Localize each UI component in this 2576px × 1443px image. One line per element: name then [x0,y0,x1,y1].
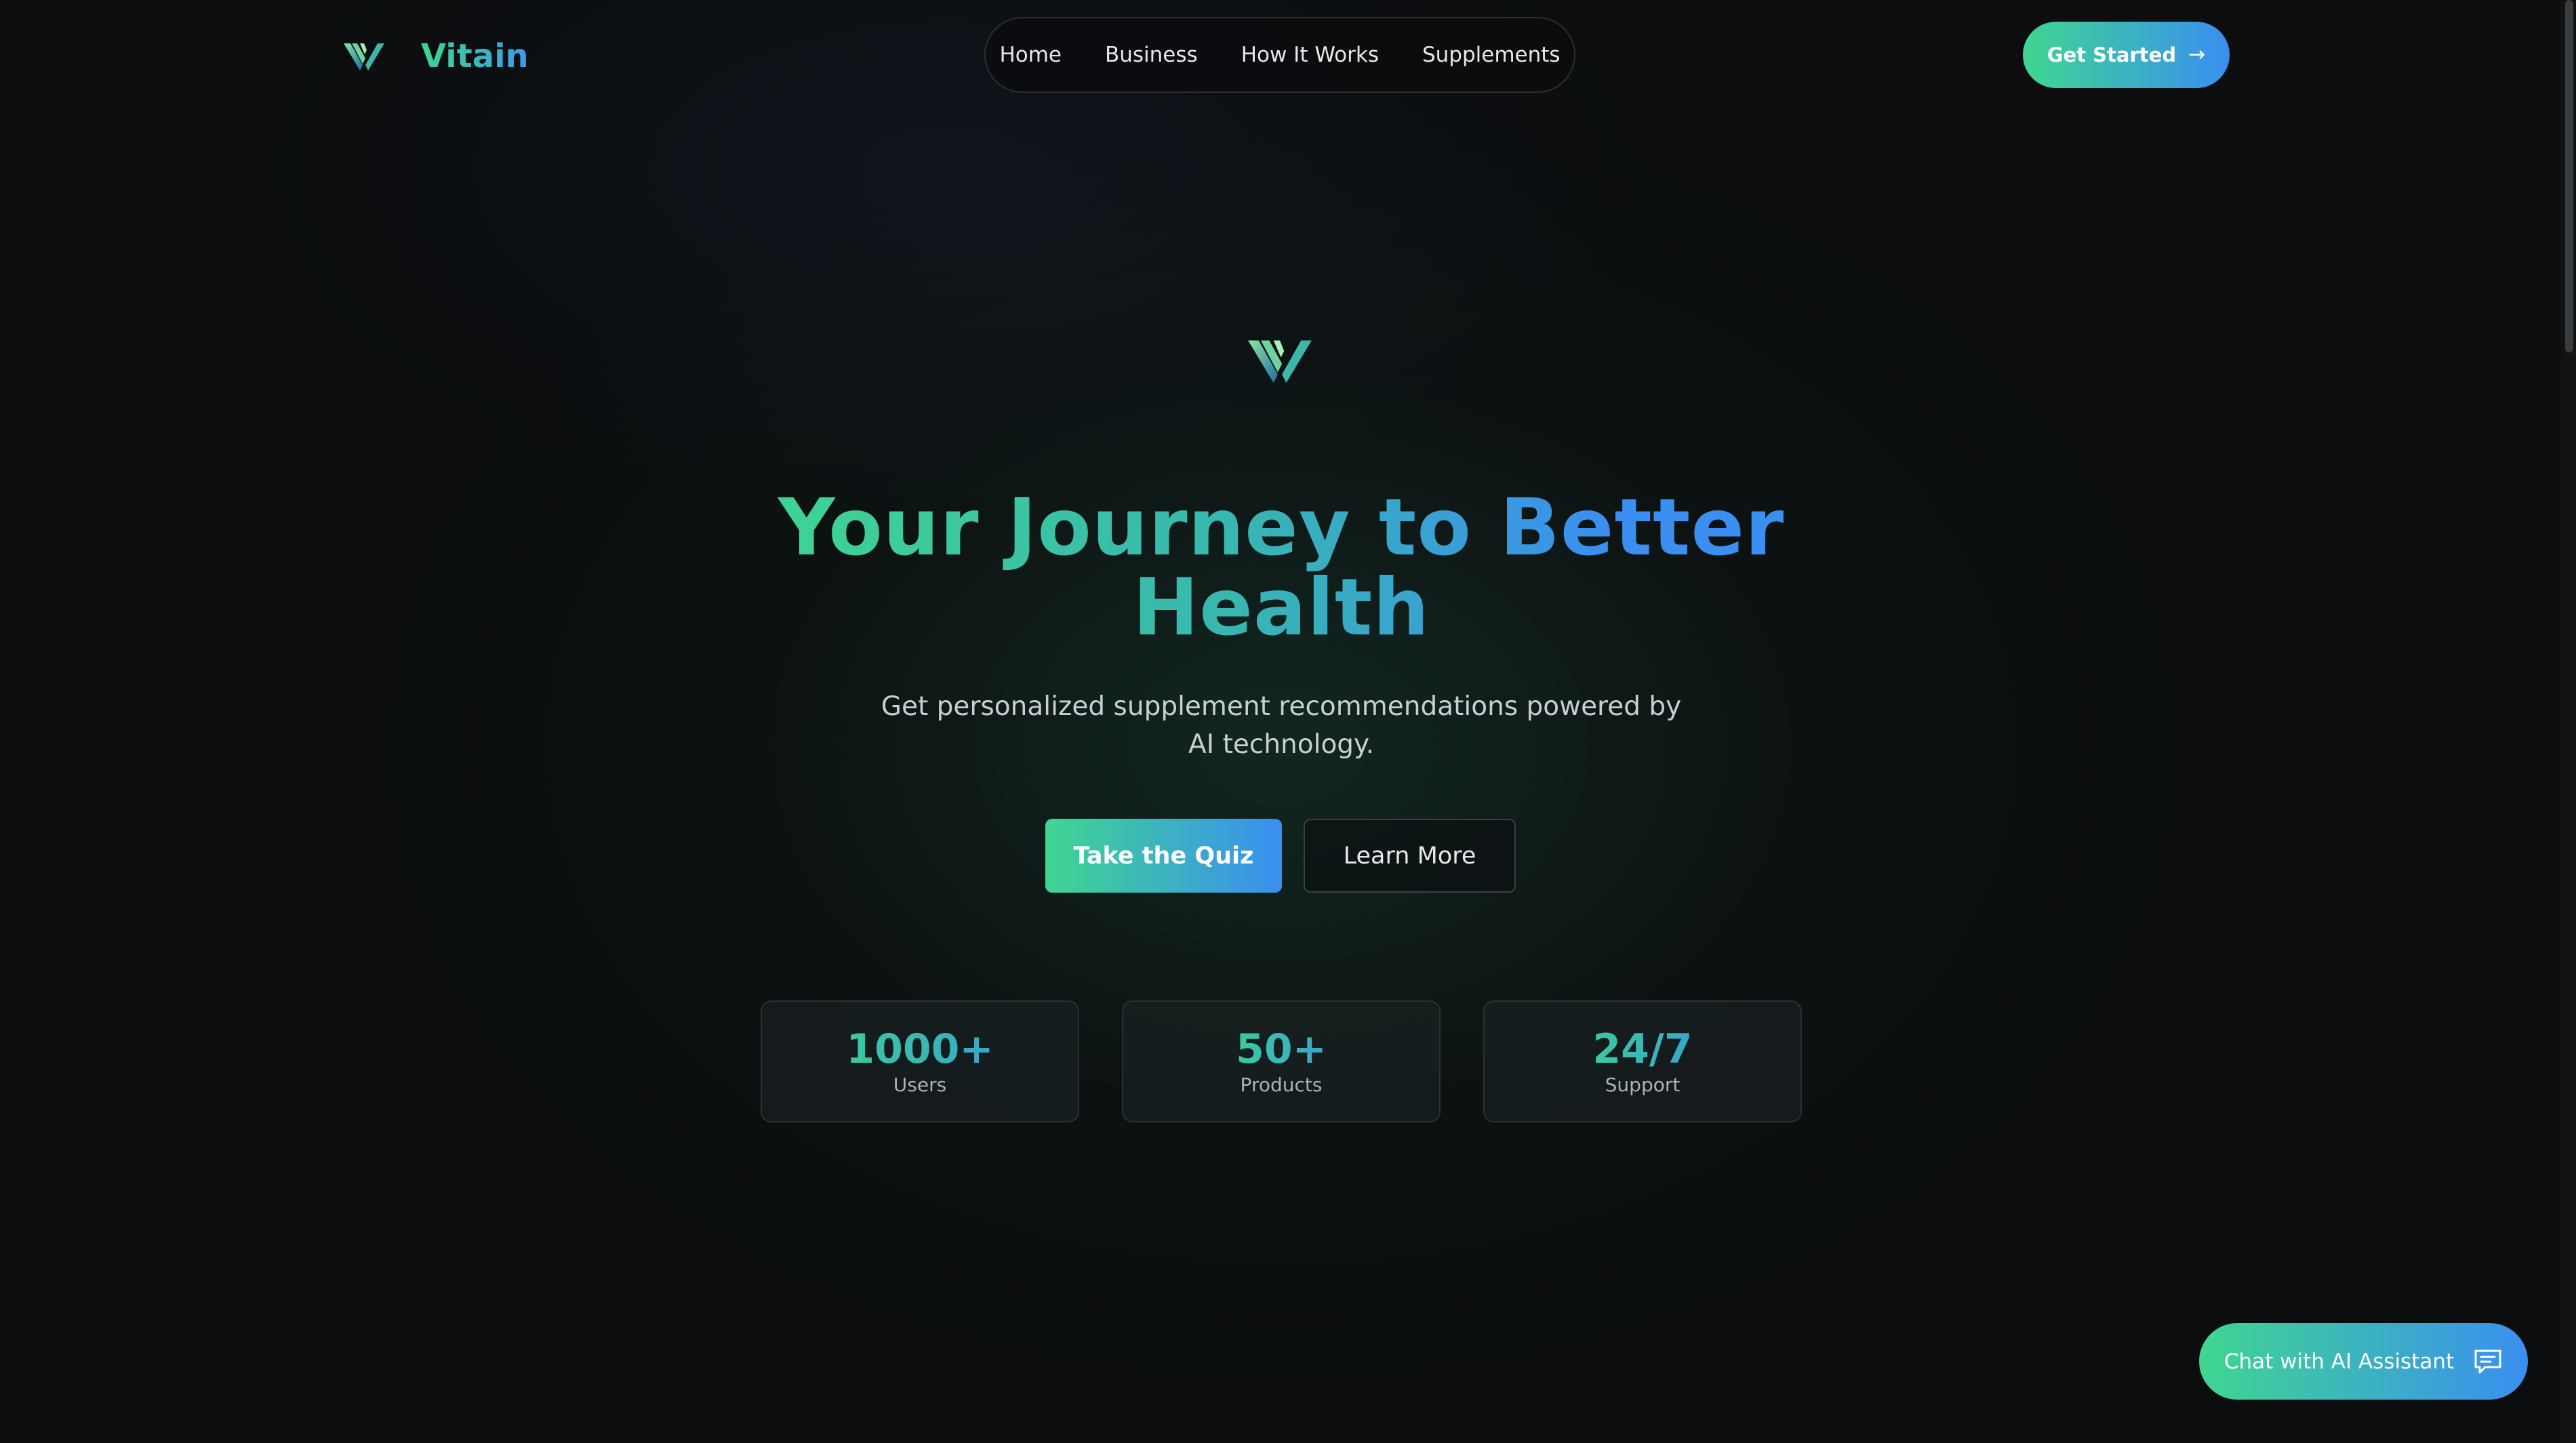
stat-card-products: 50+ Products [1122,1000,1441,1122]
take-quiz-button[interactable]: Take the Quiz [1045,819,1282,893]
stat-label: Users [893,1074,947,1096]
brand[interactable]: Vitain [342,34,529,78]
hero-title-line-1: Your Journey to Better [778,482,1785,573]
hero-subtitle: Get personalized supplement recommendati… [881,691,1682,760]
stat-value: 1000+ [846,1025,994,1073]
get-started-label: Get Started [2047,43,2177,66]
scrollbar-thumb[interactable] [2565,0,2573,352]
hero-title-line-2: Health [1133,562,1430,653]
take-quiz-label: Take the Quiz [1073,842,1254,870]
brand-name: Vitain [421,37,529,75]
vitain-logo-icon [344,43,384,70]
stat-label: Products [1240,1074,1323,1096]
nav-item-how-it-works[interactable]: How It Works [1222,43,1398,67]
stat-value: 50+ [1236,1025,1327,1073]
nav-item-business[interactable]: Business [1086,43,1217,67]
arrow-right-icon: → [2188,43,2206,66]
learn-more-label: Learn More [1343,842,1476,870]
stat-value: 24/7 [1592,1025,1693,1073]
chat-bubble-icon [2474,1349,2501,1373]
stat-card-users: 1000+ Users [761,1000,1079,1122]
hero-title: Your Journey to Better Health [739,488,1824,648]
chat-label: Chat with AI Assistant [2223,1349,2455,1374]
nav-item-supplements[interactable]: Supplements [1403,43,1579,67]
main-nav: Home Business How It Works Supplements [984,17,1575,93]
scrollbar[interactable] [2561,0,2576,1443]
vitain-hero-logo-icon [1248,340,1312,383]
chat-ai-assistant-button[interactable]: Chat with AI Assistant [2199,1323,2528,1400]
learn-more-button[interactable]: Learn More [1304,819,1516,893]
site-header: Vitain Home Business How It Works Supple… [0,0,2576,112]
stat-card-support: 24/7 Support [1483,1000,1802,1122]
get-started-button[interactable]: Get Started → [2023,22,2230,88]
stat-label: Support [1605,1074,1681,1096]
nav-item-home[interactable]: Home [980,43,1081,67]
